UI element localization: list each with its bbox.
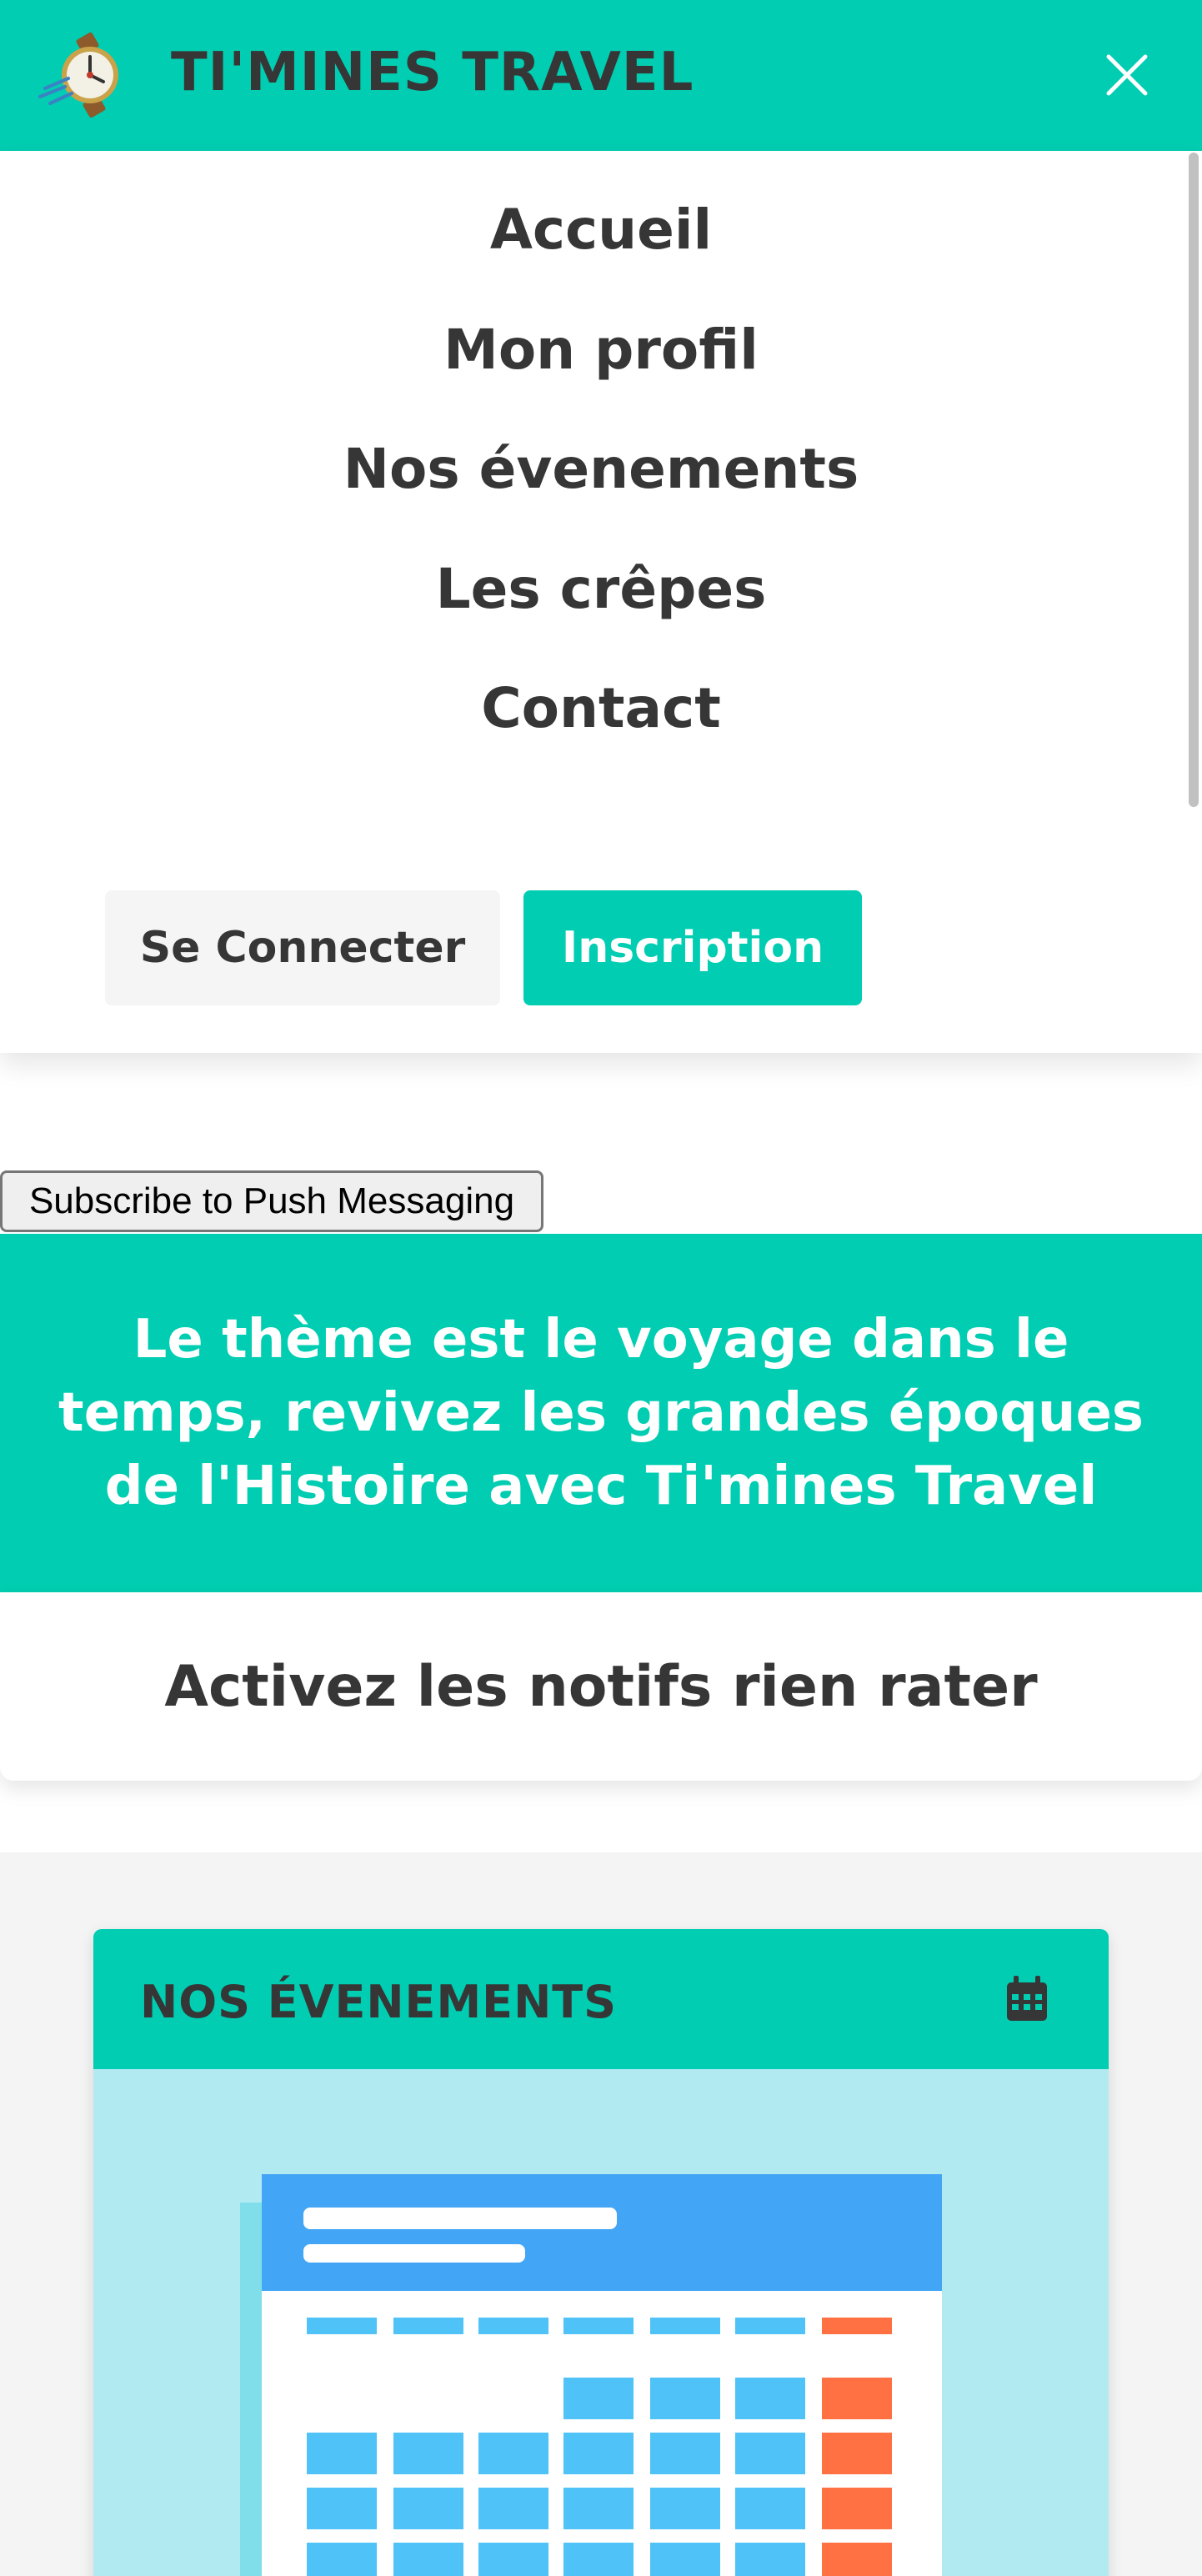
- menu-item-mon-profil[interactable]: Mon profil: [0, 318, 1202, 382]
- calendar-illustration: [240, 2174, 942, 2576]
- compass-clock-logo[interactable]: [35, 30, 145, 120]
- menu-item-accueil[interactable]: Accueil: [0, 198, 1202, 262]
- close-icon[interactable]: [1102, 50, 1152, 100]
- brand-title[interactable]: TI'MINES TRAVEL: [171, 42, 694, 103]
- notification-text: Activez les notifs rien rater: [164, 1653, 1038, 1720]
- signup-button[interactable]: Inscription: [523, 890, 862, 1005]
- menu-item-contact[interactable]: Contact: [0, 676, 1202, 740]
- calendar-icon: [1007, 1976, 1047, 2021]
- events-section: NOS ÉVENEMENTS: [0, 1852, 1202, 2576]
- events-card-header: NOS ÉVENEMENTS: [93, 1929, 1109, 2069]
- menu-scrollbar[interactable]: [1189, 153, 1199, 807]
- events-card[interactable]: NOS ÉVENEMENTS: [93, 1929, 1109, 2576]
- top-navbar: TI'MINES TRAVEL: [0, 0, 1202, 151]
- menu-item-nos-evenements[interactable]: Nos évenements: [0, 437, 1202, 501]
- hero-text: Le thème est le voyage dans le temps, re…: [58, 1309, 1144, 1517]
- login-button[interactable]: Se Connecter: [105, 890, 500, 1005]
- push-subscribe-button[interactable]: Subscribe to Push Messaging: [0, 1170, 543, 1232]
- hero-banner: Le thème est le voyage dans le temps, re…: [0, 1234, 1202, 1592]
- mobile-menu: Accueil Mon profil Nos évenements Les cr…: [0, 151, 1202, 1053]
- events-card-title: NOS ÉVENEMENTS: [140, 1976, 617, 2028]
- notification-prompt: Activez les notifs rien rater: [0, 1592, 1202, 1781]
- menu-item-les-crepes[interactable]: Les crêpes: [0, 557, 1202, 621]
